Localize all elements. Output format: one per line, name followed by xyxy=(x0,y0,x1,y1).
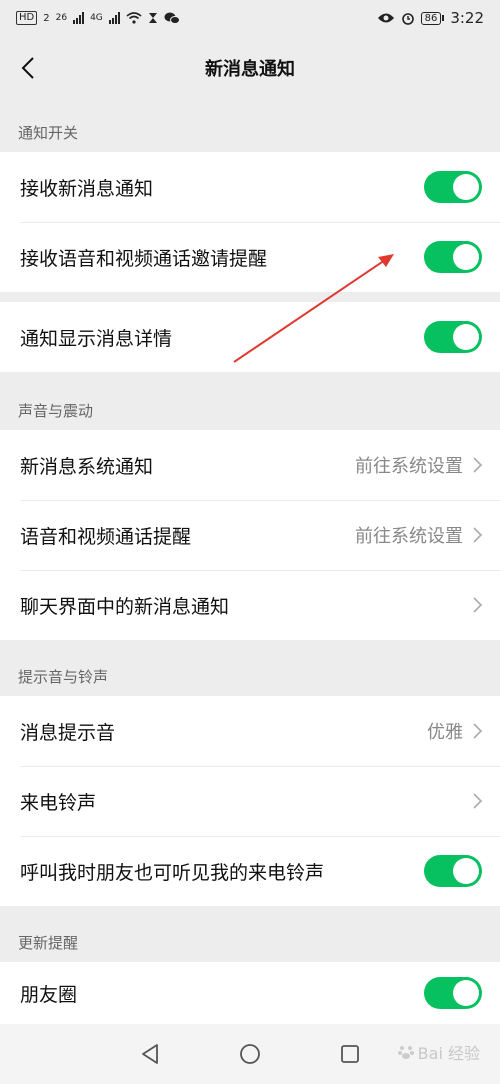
row-receive-new-message[interactable]: 接收新消息通知 xyxy=(0,152,500,222)
clock: 3:22 xyxy=(450,9,484,27)
back-button[interactable] xyxy=(10,50,46,86)
row-value: 前往系统设置 xyxy=(355,526,463,547)
row-label: 来电铃声 xyxy=(20,791,97,814)
chevron-left-icon xyxy=(21,57,34,79)
title-bar: 新消息通知 xyxy=(0,36,500,100)
paw-logo-icon xyxy=(397,1046,414,1059)
hourglass-icon xyxy=(148,13,157,23)
section-header-notify: 通知开关 xyxy=(18,123,79,142)
row-moments[interactable]: 朋友圈 xyxy=(0,962,500,1024)
row-chat-notification[interactable]: 聊天界面中的新消息通知 xyxy=(0,570,500,640)
sim-number: 2 xyxy=(43,12,50,24)
signal-icon xyxy=(73,12,85,24)
status-right: 86 3:22 xyxy=(377,9,484,27)
toggle-switch[interactable] xyxy=(424,977,482,1009)
row-label: 聊天界面中的新消息通知 xyxy=(20,595,230,618)
row-system-notification[interactable]: 新消息系统通知 前往系统设置 xyxy=(0,430,500,500)
alarm-icon xyxy=(401,13,414,25)
battery-icon: 86 xyxy=(420,11,445,25)
row-show-message-detail[interactable]: 通知显示消息详情 xyxy=(0,302,500,372)
row-label: 新消息系统通知 xyxy=(20,455,154,478)
network-label: 26 xyxy=(55,13,68,23)
group-sound: 新消息系统通知 前往系统设置 语音和视频通话提醒 前往系统设置 聊天界面中的新消… xyxy=(0,430,500,640)
row-label: 语音和视频通话提醒 xyxy=(20,525,192,548)
home-circle-icon[interactable] xyxy=(239,1043,261,1065)
row-message-tone[interactable]: 消息提示音 优雅 xyxy=(0,696,500,766)
row-value: 优雅 xyxy=(427,722,463,743)
signal-icon-2 xyxy=(108,12,120,24)
toggle-switch[interactable] xyxy=(424,171,482,203)
row-call-reminder[interactable]: 语音和视频通话提醒 前往系统设置 xyxy=(0,500,500,570)
row-friend-hear-ringtone[interactable]: 呼叫我时朋友也可听见我的来电铃声 xyxy=(0,836,500,906)
wechat-icon xyxy=(164,12,180,24)
chevron-right-icon xyxy=(473,597,482,613)
chevron-right-icon xyxy=(473,723,482,739)
row-label: 呼叫我时朋友也可听见我的来电铃声 xyxy=(20,861,325,884)
network-label-2: 4G xyxy=(90,13,103,23)
watermark: Bai 经验 xyxy=(397,1040,480,1064)
recents-square-icon[interactable] xyxy=(339,1043,361,1065)
section-header-update: 更新提醒 xyxy=(18,933,79,952)
toggle-switch[interactable] xyxy=(424,241,482,273)
hd-badge: HD xyxy=(16,11,38,25)
group-notify: 接收新消息通知 接收语音和视频通话邀请提醒 xyxy=(0,152,500,292)
row-label: 朋友圈 xyxy=(20,983,78,1006)
chevron-right-icon xyxy=(473,457,482,473)
wifi-icon xyxy=(126,12,142,24)
group-update: 朋友圈 xyxy=(0,962,500,1024)
row-label: 消息提示音 xyxy=(20,721,116,744)
section-header-sound: 声音与震动 xyxy=(18,401,94,420)
status-bar: HD 2 26 4G 86 3:22 xyxy=(0,0,500,36)
toggle-switch[interactable] xyxy=(424,855,482,887)
watermark-text: Bai 经验 xyxy=(417,1044,480,1063)
row-label: 接收新消息通知 xyxy=(20,177,154,200)
page-title: 新消息通知 xyxy=(205,59,295,80)
toggle-switch[interactable] xyxy=(424,321,482,353)
back-triangle-icon[interactable] xyxy=(139,1043,161,1065)
row-value: 前往系统设置 xyxy=(355,456,463,477)
chevron-right-icon xyxy=(473,527,482,543)
row-label: 接收语音和视频通话邀请提醒 xyxy=(20,247,268,270)
eye-icon xyxy=(377,13,394,23)
group-notify-detail: 通知显示消息详情 xyxy=(0,302,500,372)
row-call-invite-reminder[interactable]: 接收语音和视频通话邀请提醒 xyxy=(0,222,500,292)
group-ringtone: 消息提示音 优雅 来电铃声 呼叫我时朋友也可听见我的来电铃声 xyxy=(0,696,500,906)
row-ringtone[interactable]: 来电铃声 xyxy=(0,766,500,836)
status-left: HD 2 26 4G xyxy=(16,11,180,25)
chevron-right-icon xyxy=(473,793,482,809)
section-header-ringtone: 提示音与铃声 xyxy=(18,667,109,686)
row-label: 通知显示消息详情 xyxy=(20,327,173,350)
battery-level: 86 xyxy=(420,11,442,25)
